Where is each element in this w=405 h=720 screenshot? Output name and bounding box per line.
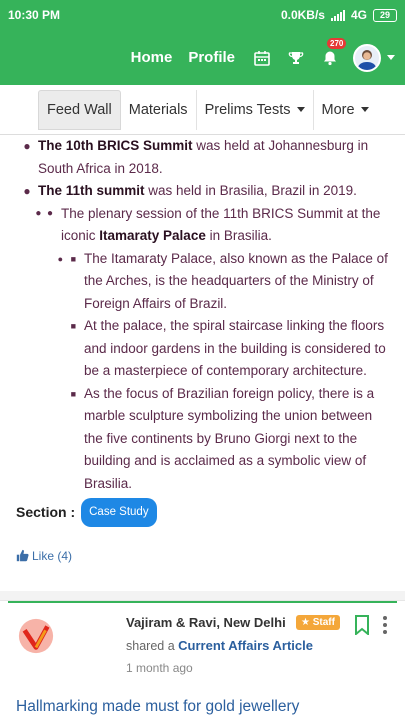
- status-time: 10:30 PM: [8, 8, 61, 22]
- trophy-icon[interactable]: [285, 47, 307, 69]
- app-header: Home Profile 270: [0, 30, 405, 85]
- bullet-icon: ●: [23, 184, 31, 198]
- caret-down-icon: [360, 107, 369, 112]
- shared-line: shared a Current Affairs Article: [126, 638, 313, 653]
- tab-more[interactable]: More: [314, 90, 377, 130]
- shared-prefix: shared a: [126, 639, 175, 653]
- network-type: 4G: [350, 8, 367, 22]
- list-item: ● ● The plenary session of the 11th BRIC…: [16, 203, 391, 248]
- list-item: ● The 10th BRICS Summit was held at Joha…: [16, 135, 391, 180]
- tab-bar: Feed Wall Materials Prelims Tests More: [0, 85, 405, 135]
- battery-level: 29: [379, 9, 390, 20]
- tab-prelims-tests[interactable]: Prelims Tests: [197, 89, 314, 130]
- caret-down-icon: [296, 107, 305, 112]
- vajiram-logo: [18, 618, 54, 654]
- bullet-icon: ●: [23, 139, 31, 153]
- bell-icon[interactable]: 270: [319, 37, 347, 69]
- bold-text: The 11th summit: [38, 183, 145, 198]
- staff-label: Staff: [312, 617, 335, 628]
- battery-icon: 29: [373, 8, 397, 22]
- section-row: Section : Case Study: [16, 498, 391, 527]
- more-options-icon[interactable]: [382, 615, 388, 635]
- author-name[interactable]: Vajiram & Ravi, New Delhi: [126, 615, 286, 630]
- status-bar: 10:30 PM 0.0KB/s 4G 29: [0, 0, 405, 30]
- bullet-icon: ● ■: [57, 253, 76, 264]
- list-item: ● The 11th summit was held in Brasilia, …: [16, 180, 391, 203]
- avatar[interactable]: [353, 43, 381, 72]
- post-headline[interactable]: Hallmarking made must for gold jewellery: [16, 698, 299, 716]
- tab-label: Feed Wall: [47, 101, 112, 118]
- bookmark-icon[interactable]: [355, 615, 369, 635]
- item-text: As the focus of Brazilian foreign policy…: [84, 385, 375, 491]
- item-text: was held in Brasilia, Brazil in 2019.: [144, 183, 357, 198]
- like-label: Like (4): [32, 548, 73, 563]
- thumbs-up-icon: [16, 550, 29, 562]
- calendar-icon[interactable]: [251, 47, 273, 69]
- notification-badge: 270: [327, 37, 347, 49]
- bold-text: Itamaraty Palace: [99, 228, 206, 243]
- list-item: ■ At the palace, the spiral staircase li…: [16, 315, 391, 383]
- nav-home-link[interactable]: Home: [131, 49, 173, 66]
- post-divider: [0, 591, 405, 601]
- like-button[interactable]: Like (4): [16, 545, 391, 568]
- shared-link[interactable]: Current Affairs Article: [178, 638, 313, 653]
- tab-label: More: [321, 101, 355, 118]
- network-speed: 0.0KB/s: [280, 8, 325, 22]
- item-text: in Brasilia.: [205, 228, 272, 243]
- signal-icon: [330, 9, 345, 21]
- staff-badge: ★ Staff: [296, 615, 340, 630]
- list-item: ■ As the focus of Brazilian foreign poli…: [16, 383, 391, 496]
- item-text: At the palace, the spiral staircase link…: [84, 318, 386, 378]
- bullet-icon: ■: [70, 388, 76, 399]
- chevron-down-icon[interactable]: [387, 55, 395, 60]
- tab-label: Prelims Tests: [204, 101, 291, 118]
- tab-label: Materials: [128, 101, 188, 118]
- post-body: ● The 10th BRICS Summit was held at Joha…: [0, 135, 405, 567]
- nav-profile-link[interactable]: Profile: [188, 49, 235, 66]
- bullet-icon: ● ●: [35, 207, 53, 219]
- list-item: ● ■ The Itamaraty Palace, also known as …: [16, 248, 391, 316]
- section-label: Section :: [16, 504, 76, 520]
- bold-text: The 10th BRICS Summit: [38, 138, 193, 153]
- post-timestamp: 1 month ago: [126, 661, 193, 675]
- post-card: Vajiram & Ravi, New Delhi ★ Staff shared…: [8, 601, 397, 720]
- bullet-icon: ■: [70, 321, 76, 331]
- item-text: The Itamaraty Palace, also known as the …: [84, 250, 388, 311]
- tab-feed-wall[interactable]: Feed Wall: [38, 89, 121, 130]
- section-tag[interactable]: Case Study: [81, 498, 157, 527]
- feed-content: ● The 10th BRICS Summit was held at Joha…: [0, 135, 405, 720]
- tab-materials[interactable]: Materials: [121, 89, 197, 130]
